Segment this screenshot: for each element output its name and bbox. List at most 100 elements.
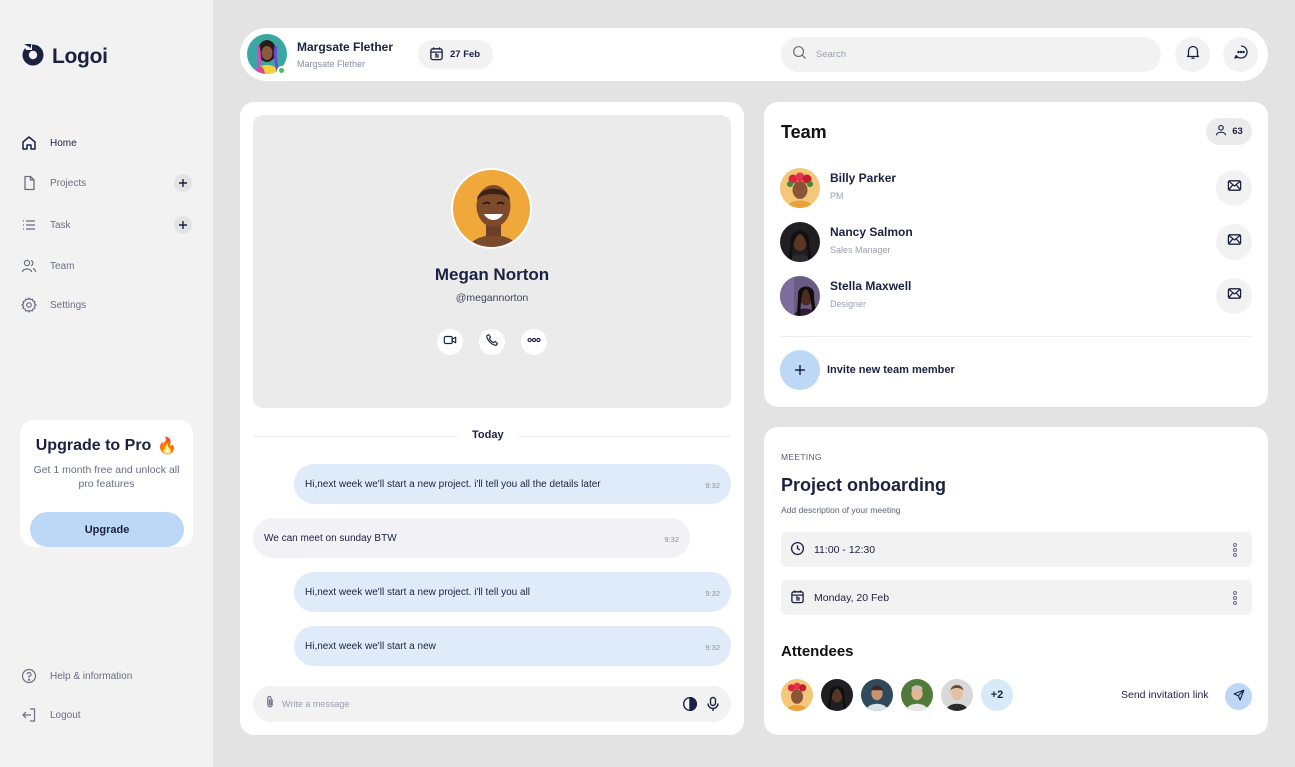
brand-logo[interactable]: Logoi: [20, 41, 108, 72]
send-invitation-link[interactable]: Send invitation link: [1121, 689, 1209, 701]
meeting-description[interactable]: Add description of your meeting: [781, 505, 901, 515]
message-outgoing[interactable]: Hi,next week we'll start a new project. …: [294, 572, 731, 612]
sidebar-item-home[interactable]: Home: [20, 131, 192, 155]
more-options-button[interactable]: [521, 329, 547, 355]
add-project-button[interactable]: [174, 174, 192, 192]
gear-icon: [20, 297, 37, 314]
notifications-button[interactable]: [1175, 37, 1210, 72]
fire-icon: 🔥: [157, 438, 178, 455]
member-avatar: [780, 168, 820, 208]
message-outgoing[interactable]: Hi,next week we'll start a new project. …: [294, 464, 731, 504]
meeting-panel: MEETING Project onboarding Add descripti…: [764, 427, 1268, 735]
team-divider: [780, 336, 1252, 337]
attachment-icon[interactable]: [264, 695, 276, 714]
upgrade-description: Get 1 month free and unlock all pro feat…: [33, 464, 180, 490]
message-text: Hi,next week we'll start a new project. …: [305, 478, 601, 490]
email-member-button[interactable]: [1216, 278, 1252, 314]
sidebar-item-label: Projects: [50, 177, 87, 189]
attendee-avatar[interactable]: [941, 679, 973, 711]
message-outgoing[interactable]: Hi,next week we'll start a new 9:32: [294, 626, 731, 666]
help-icon: [20, 668, 37, 685]
upgrade-button[interactable]: Upgrade: [30, 512, 184, 547]
users-icon: [20, 258, 37, 275]
sidebar-item-logout[interactable]: Logout: [20, 703, 192, 727]
upgrade-title: Upgrade to Pro 🔥: [20, 436, 193, 456]
meeting-time: 11:00 - 12:30: [814, 543, 876, 556]
file-icon: [20, 175, 37, 192]
video-call-button[interactable]: [437, 329, 463, 355]
kebab-menu-icon[interactable]: [1232, 542, 1238, 558]
message-time: 9:32: [664, 535, 679, 544]
meeting-title: Project onboarding: [781, 475, 947, 495]
add-task-button[interactable]: [174, 216, 192, 234]
team-panel: Team 63 Billy Parker PM Nancy Salmon Sal…: [764, 102, 1268, 407]
member-avatar: [780, 222, 820, 262]
sidebar-item-label: Home: [50, 137, 77, 149]
clock-icon: [790, 541, 805, 559]
member-avatar: [780, 276, 820, 316]
message-time: 9:32: [705, 481, 720, 490]
attendee-avatar[interactable]: [821, 679, 853, 711]
search-bar[interactable]: [781, 37, 1161, 72]
message-text: Hi,next week we'll start a new project. …: [305, 586, 531, 598]
team-member-row[interactable]: Nancy Salmon Sales Manager: [780, 222, 1252, 262]
brand-name: Logoi: [52, 44, 108, 68]
voice-call-button[interactable]: [479, 329, 505, 355]
sidebar-item-settings[interactable]: Settings: [20, 293, 192, 317]
top-bar: Margsate Flether Margsate Flether 27 Feb: [240, 28, 1268, 81]
sidebar-item-team[interactable]: Team: [20, 254, 192, 278]
home-icon: [20, 135, 37, 152]
member-role: Designer: [830, 299, 867, 309]
search-input[interactable]: [816, 49, 1136, 60]
date-text: 27 Feb: [450, 49, 481, 60]
sidebar-item-label: Logout: [50, 709, 81, 721]
user-subtitle: Margsate Flether: [297, 59, 366, 69]
messages-button[interactable]: [1223, 37, 1258, 72]
contact-avatar[interactable]: [451, 168, 532, 249]
search-icon: [792, 45, 807, 65]
send-invitation-button[interactable]: [1225, 683, 1252, 710]
phone-icon: [485, 333, 499, 352]
sidebar-item-task[interactable]: Task: [20, 213, 192, 237]
upgrade-card: Upgrade to Pro 🔥 Get 1 month free and un…: [20, 420, 193, 547]
team-count-badge[interactable]: 63: [1206, 118, 1252, 145]
email-member-button[interactable]: [1216, 224, 1252, 260]
sidebar-item-projects[interactable]: Projects: [20, 171, 192, 195]
member-name: Nancy Salmon: [830, 225, 913, 239]
meeting-time-row[interactable]: 11:00 - 12:30: [781, 532, 1252, 567]
attendee-avatar[interactable]: [781, 679, 813, 711]
meeting-date: Monday, 20 Feb: [814, 591, 890, 604]
attendee-avatar[interactable]: [901, 679, 933, 711]
microphone-icon[interactable]: [704, 695, 722, 713]
member-role: PM: [830, 191, 844, 201]
more-dots-icon: [527, 333, 541, 352]
kebab-menu-icon[interactable]: [1232, 590, 1238, 606]
list-icon: [20, 217, 37, 234]
sidebar-item-label: Help & information: [50, 670, 133, 682]
sidebar-item-label: Task: [50, 219, 71, 231]
team-member-row[interactable]: Stella Maxwell Designer: [780, 276, 1252, 316]
message-input[interactable]: [282, 699, 662, 709]
meeting-date-row[interactable]: Monday, 20 Feb: [781, 580, 1252, 615]
member-name: Stella Maxwell: [830, 279, 912, 293]
date-pill[interactable]: 27 Feb: [418, 40, 493, 69]
message-composer: [253, 686, 731, 722]
team-title: Team: [781, 122, 827, 142]
emoji-toggle-icon[interactable]: [681, 695, 699, 713]
user-icon: [1215, 124, 1227, 139]
mail-icon: [1227, 232, 1242, 252]
more-attendees-badge[interactable]: +2: [981, 679, 1013, 711]
team-member-row[interactable]: Billy Parker PM: [780, 168, 1252, 208]
message-incoming[interactable]: We can meet on sunday BTW 9:32: [253, 518, 690, 558]
attendee-avatar[interactable]: [861, 679, 893, 711]
mail-icon: [1227, 178, 1242, 198]
user-name: Margsate Flether: [297, 40, 394, 54]
contact-handle: @megannorton: [455, 292, 529, 304]
invite-member-button[interactable]: Invite new team member: [780, 350, 955, 390]
email-member-button[interactable]: [1216, 170, 1252, 206]
meeting-kicker: MEETING: [781, 452, 822, 462]
sidebar-item-help[interactable]: Help & information: [20, 664, 192, 688]
contact-profile: Megan Norton @megannorton: [253, 115, 731, 408]
video-camera-icon: [443, 333, 457, 352]
chat-bubble-icon: [1233, 44, 1249, 65]
